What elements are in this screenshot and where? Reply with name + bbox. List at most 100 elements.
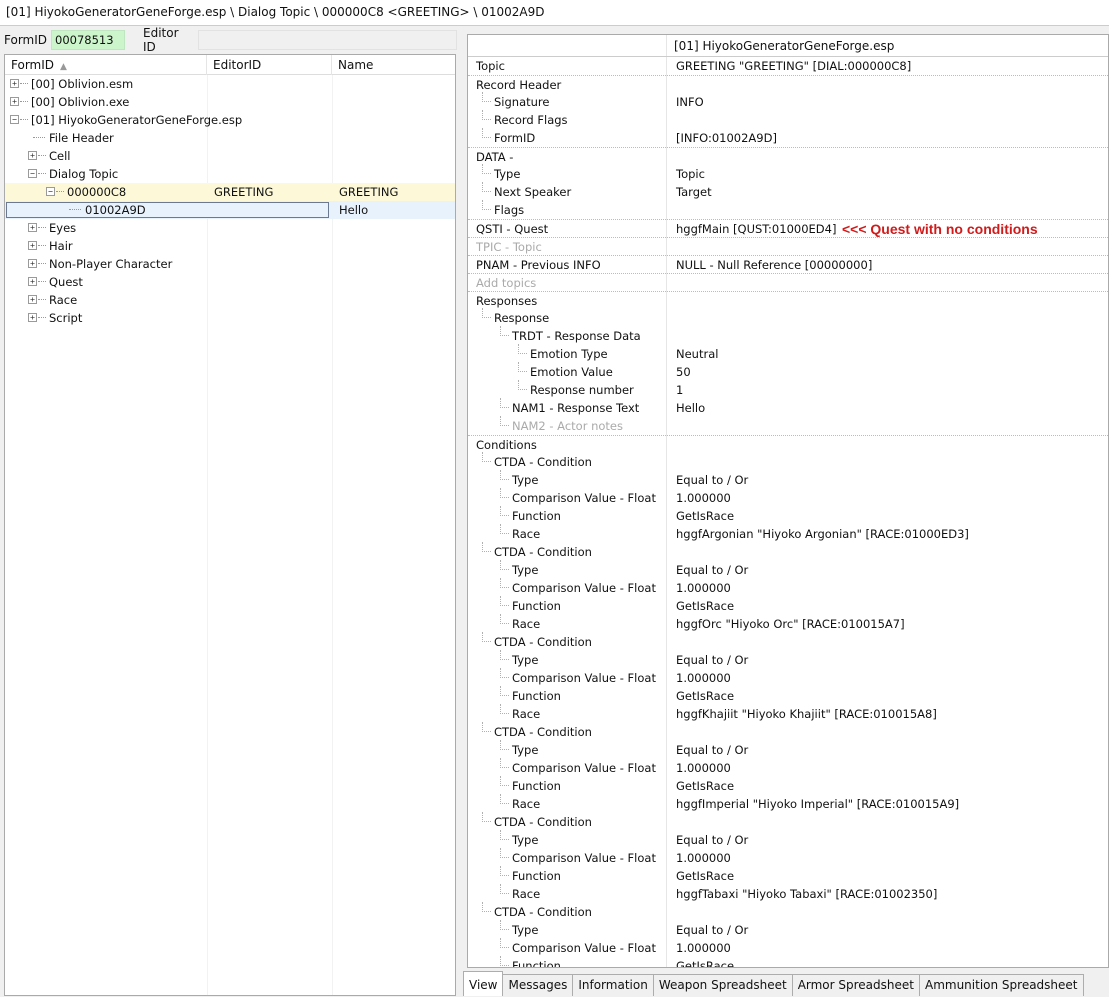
field-value[interactable]: 1.000000	[676, 581, 731, 595]
record-row-ctda-condition[interactable]: CTDA - Condition	[468, 452, 1108, 471]
record-row-trdt-response-data[interactable]: TRDT - Response Data	[468, 326, 1108, 345]
tab-weapon-spreadsheet[interactable]: Weapon Spreadsheet	[652, 974, 793, 996]
record-row-comparison-value-float[interactable]: Comparison Value - Float 1.000000	[468, 758, 1108, 777]
field-value[interactable]: Equal to / Or	[676, 833, 748, 847]
record-row-next-speaker[interactable]: Next Speaker Target	[468, 182, 1108, 201]
tree-row-eyes[interactable]: + Eyes	[5, 219, 455, 237]
tree-row-selected-info[interactable]: 01002A9D Hello	[5, 201, 455, 219]
field-value[interactable]: GetIsRace	[676, 959, 734, 967]
record-row-race[interactable]: Race hggfOrc "Hiyoko Orc" [RACE:010015A7]	[468, 614, 1108, 633]
field-value[interactable]: 50	[676, 365, 691, 379]
field-value[interactable]: Target	[676, 185, 712, 199]
record-row-function[interactable]: Function GetIsRace	[468, 776, 1108, 795]
field-value[interactable]: Equal to / Or	[676, 743, 748, 757]
tree-row-hair[interactable]: + Hair	[5, 237, 455, 255]
collapse-minus-icon[interactable]: −	[28, 169, 37, 178]
expand-plus-icon[interactable]: +	[10, 79, 19, 88]
field-value[interactable]: GetIsRace	[676, 689, 734, 703]
record-row-comparison-value-float[interactable]: Comparison Value - Float 1.000000	[468, 488, 1108, 507]
field-value[interactable]: 1.000000	[676, 491, 731, 505]
record-grid[interactable]: [01] HiyokoGeneratorGeneForge.esp Topic G…	[467, 34, 1109, 968]
record-row-race[interactable]: Race hggfImperial "Hiyoko Imperial" [RACE…	[468, 794, 1108, 813]
expand-plus-icon[interactable]: +	[28, 151, 37, 160]
record-row-data[interactable]: DATA -	[468, 147, 1108, 165]
expand-plus-icon[interactable]: +	[28, 223, 37, 232]
field-value[interactable]: Topic	[676, 167, 705, 181]
record-row-type[interactable]: Type Equal to / Or	[468, 740, 1108, 759]
record-row-comparison-value-float[interactable]: Comparison Value - Float 1.000000	[468, 848, 1108, 867]
tree-row-oblivion-esm[interactable]: + [00] Oblivion.esm	[5, 75, 455, 93]
field-value[interactable]: INFO	[676, 95, 704, 109]
tree-row-oblivion-exe[interactable]: + [00] Oblivion.exe	[5, 93, 455, 111]
record-row-nam2-actor-notes[interactable]: NAM2 - Actor notes	[468, 416, 1108, 435]
record-row-response[interactable]: Response	[468, 308, 1108, 327]
record-row-tpic-topic[interactable]: TPIC - Topic	[468, 237, 1108, 255]
record-tree[interactable]: FormID ▲ EditorID Name + [00] Oblivion.es…	[4, 54, 456, 996]
record-row-topic[interactable]: Topic GREETING "GREETING" [DIAL:000000C8]	[468, 57, 1108, 75]
expand-plus-icon[interactable]: +	[10, 97, 19, 106]
record-row-ctda-condition[interactable]: CTDA - Condition	[468, 812, 1108, 831]
field-value[interactable]: Hello	[676, 401, 705, 415]
record-row-add-topics[interactable]: Add topics	[468, 273, 1108, 291]
formid-filter-input[interactable]	[51, 30, 126, 50]
record-row-formid[interactable]: FormID [INFO:01002A9D]	[468, 128, 1108, 147]
tree-row-file-header[interactable]: File Header	[5, 129, 455, 147]
editorid-filter-input[interactable]	[198, 30, 457, 50]
record-row-responses[interactable]: Responses	[468, 291, 1108, 309]
field-value[interactable]: [INFO:01002A9D]	[676, 131, 777, 145]
field-value[interactable]: GetIsRace	[676, 599, 734, 613]
field-value[interactable]: hggfArgonian "Hiyoko Argonian" [RACE:010…	[676, 527, 969, 541]
expand-plus-icon[interactable]: +	[28, 241, 37, 250]
record-row-function[interactable]: Function GetIsRace	[468, 686, 1108, 705]
tree-row-cell[interactable]: + Cell	[5, 147, 455, 165]
field-value[interactable]: Equal to / Or	[676, 923, 748, 937]
field-value[interactable]: hggfOrc "Hiyoko Orc" [RACE:010015A7]	[676, 617, 905, 631]
record-row-race[interactable]: Race hggfKhajiit "Hiyoko Khajiit" [RACE:0…	[468, 704, 1108, 723]
field-value[interactable]: hggfKhajiit "Hiyoko Khajiit" [RACE:01001…	[676, 707, 937, 721]
record-row-comparison-value-float[interactable]: Comparison Value - Float 1.000000	[468, 578, 1108, 597]
record-row-pnam-previous-info[interactable]: PNAM - Previous INFO NULL - Null Referenc…	[468, 255, 1108, 273]
column-header-editorid[interactable]: EditorID	[207, 55, 332, 75]
record-row-type[interactable]: Type Topic	[468, 164, 1108, 183]
expand-plus-icon[interactable]: +	[28, 277, 37, 286]
expand-plus-icon[interactable]: +	[28, 259, 37, 268]
field-value[interactable]: 1.000000	[676, 941, 731, 955]
field-value[interactable]: GetIsRace	[676, 869, 734, 883]
record-row-function[interactable]: Function GetIsRace	[468, 596, 1108, 615]
record-row-emotion-type[interactable]: Emotion Type Neutral	[468, 344, 1108, 363]
tree-row-plugin-esp[interactable]: − [01] HiyokoGeneratorGeneForge.esp	[5, 111, 455, 129]
field-value[interactable]: 1.000000	[676, 851, 731, 865]
record-row-type[interactable]: Type Equal to / Or	[468, 650, 1108, 669]
tab-ammunition-spreadsheet[interactable]: Ammunition Spreadsheet	[918, 974, 1084, 996]
record-row-conditions[interactable]: Conditions	[468, 435, 1108, 453]
tree-row-dialog-topic[interactable]: − Dialog Topic	[5, 165, 455, 183]
field-value[interactable]: hggfImperial "Hiyoko Imperial" [RACE:010…	[676, 797, 959, 811]
field-value[interactable]: hggfTabaxi "Hiyoko Tabaxi" [RACE:0100235…	[676, 887, 937, 901]
column-header-formid[interactable]: FormID ▲	[5, 55, 207, 75]
tab-information[interactable]: Information	[572, 974, 654, 996]
record-row-record-header[interactable]: Record Header	[468, 75, 1108, 93]
record-row-function[interactable]: Function GetIsRace	[468, 506, 1108, 525]
field-value[interactable]: hggfMain [QUST:01000ED4]	[676, 222, 836, 236]
record-row-ctda-condition[interactable]: CTDA - Condition	[468, 902, 1108, 921]
tab-armor-spreadsheet[interactable]: Armor Spreadsheet	[791, 974, 920, 996]
tab-view[interactable]: View	[463, 971, 504, 996]
tree-row-race[interactable]: + Race	[5, 291, 455, 309]
field-value[interactable]: 1.000000	[676, 761, 731, 775]
expand-plus-icon[interactable]: +	[28, 295, 37, 304]
tree-row-npc[interactable]: + Non-Player Character	[5, 255, 455, 273]
record-row-nam1-response-text[interactable]: NAM1 - Response Text Hello	[468, 398, 1108, 417]
field-value[interactable]: Equal to / Or	[676, 563, 748, 577]
record-row-record-flags[interactable]: Record Flags	[468, 110, 1108, 129]
record-row-type[interactable]: Type Equal to / Or	[468, 830, 1108, 849]
collapse-minus-icon[interactable]: −	[46, 187, 55, 196]
record-row-function[interactable]: Function GetIsRace	[468, 866, 1108, 885]
field-value[interactable]: Neutral	[676, 347, 718, 361]
record-row-ctda-condition[interactable]: CTDA - Condition	[468, 542, 1108, 561]
field-value[interactable]: GREETING "GREETING" [DIAL:000000C8]	[676, 59, 911, 73]
record-row-comparison-value-float[interactable]: Comparison Value - Float 1.000000	[468, 668, 1108, 687]
record-row-ctda-condition[interactable]: CTDA - Condition	[468, 632, 1108, 651]
record-row-race[interactable]: Race hggfTabaxi "Hiyoko Tabaxi" [RACE:010…	[468, 884, 1108, 903]
record-row-response-number[interactable]: Response number 1	[468, 380, 1108, 399]
column-header-name[interactable]: Name	[332, 55, 455, 75]
